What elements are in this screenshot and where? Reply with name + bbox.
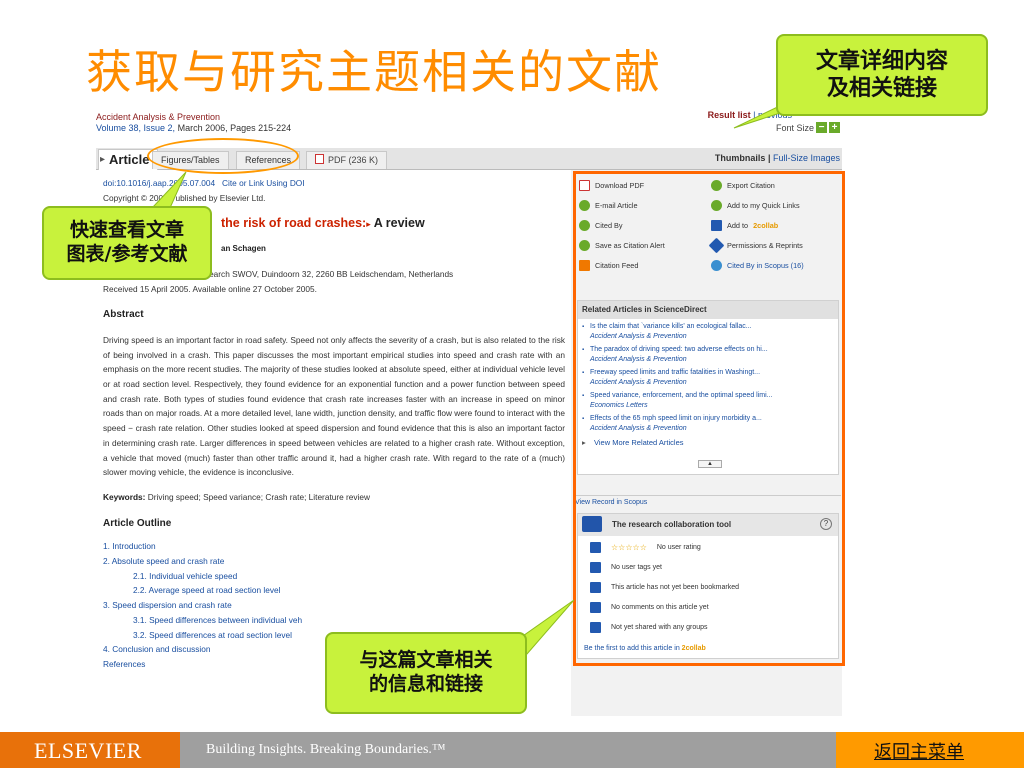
tab-pdf[interactable]: PDF (236 K) [306, 151, 388, 169]
thumbnails-label: Thumbnails [714, 153, 766, 163]
image-view-options: Thumbnails | Full-Size Images [714, 153, 840, 163]
callout-line-1: 文章详细内容 [815, 48, 948, 74]
keywords: Keywords: Driving speed; Speed variance;… [103, 490, 565, 505]
outline-item[interactable]: 2.2. Average speed at road section level [103, 583, 565, 598]
callout-line-2: 及相关链接 [826, 76, 937, 101]
outline-item[interactable]: 2.1. Individual vehicle speed [103, 569, 565, 584]
slide-title: 获取与研究主题相关的文献 [86, 45, 662, 99]
outline-heading: Article Outline [103, 517, 172, 529]
received-dates: Received 15 April 2005. Available online… [103, 283, 317, 294]
pdf-icon [315, 154, 324, 164]
full-size-images-link[interactable]: Full-Size Images [773, 153, 840, 163]
back-block: 返回主菜单 [836, 732, 1024, 768]
tabs-highlight-circle [147, 138, 299, 174]
callout-tail-left [150, 171, 187, 209]
abstract-heading: Abstract [103, 309, 144, 321]
tagline: Building Insights. Breaking Boundaries.™ [206, 742, 446, 757]
outline-item[interactable]: 2. Absolute speed and crash rate [103, 554, 565, 569]
pdf-label: PDF (236 K) [328, 155, 379, 165]
callout-line-2: 的信息和链接 [368, 673, 483, 695]
volume-link[interactable]: Volume 38, Issue 2, [96, 123, 175, 133]
callout-related-info: 与这篇文章相关 的信息和链接 [325, 632, 527, 714]
article-title-part: the risk of road crashes: [221, 216, 367, 231]
sidebar-highlight-box [573, 171, 845, 666]
callout-article-details: 文章详细内容 及相关链接 [776, 34, 988, 116]
callout-line-2: 图表/参考文献 [66, 243, 188, 265]
callout-line-1: 与这篇文章相关 [359, 649, 493, 672]
elsevier-logo: ELSEVIER [34, 738, 142, 763]
callout-line-1: 快速查看文章 [69, 219, 184, 242]
callout-tail-bottom [519, 599, 575, 664]
keywords-label: Keywords: [103, 491, 146, 502]
cite-link[interactable]: Cite or Link Using DOI [222, 178, 305, 188]
font-increase-button[interactable]: + [829, 122, 840, 133]
keywords-values: Driving speed; Speed variance; Crash rat… [147, 491, 371, 502]
journal-name-link[interactable]: Accident Analysis & Prevention [96, 112, 291, 123]
slide-footer: ELSEVIER Building Insights. Breaking Bou… [0, 732, 1024, 768]
article-title-rest: A review [373, 216, 425, 231]
tagline-block: Building Insights. Breaking Boundaries.™ [180, 732, 836, 768]
outline-item[interactable]: 1. Introduction [103, 539, 565, 554]
brand-block: ELSEVIER [0, 732, 180, 768]
outline-item[interactable]: 3.1. Speed differences between individua… [103, 613, 565, 628]
callout-figures-references: 快速查看文章 图表/参考文献 [42, 206, 212, 280]
journal-info: Accident Analysis & Prevention Volume 38… [96, 112, 291, 134]
abstract-text: Driving speed is an important factor in … [103, 334, 565, 478]
back-to-main-menu-link[interactable]: 返回主菜单 [874, 738, 964, 764]
outline-item[interactable]: 3. Speed dispersion and crash rate [103, 598, 565, 613]
date-pages: March 2006, Pages 215-224 [177, 123, 292, 133]
